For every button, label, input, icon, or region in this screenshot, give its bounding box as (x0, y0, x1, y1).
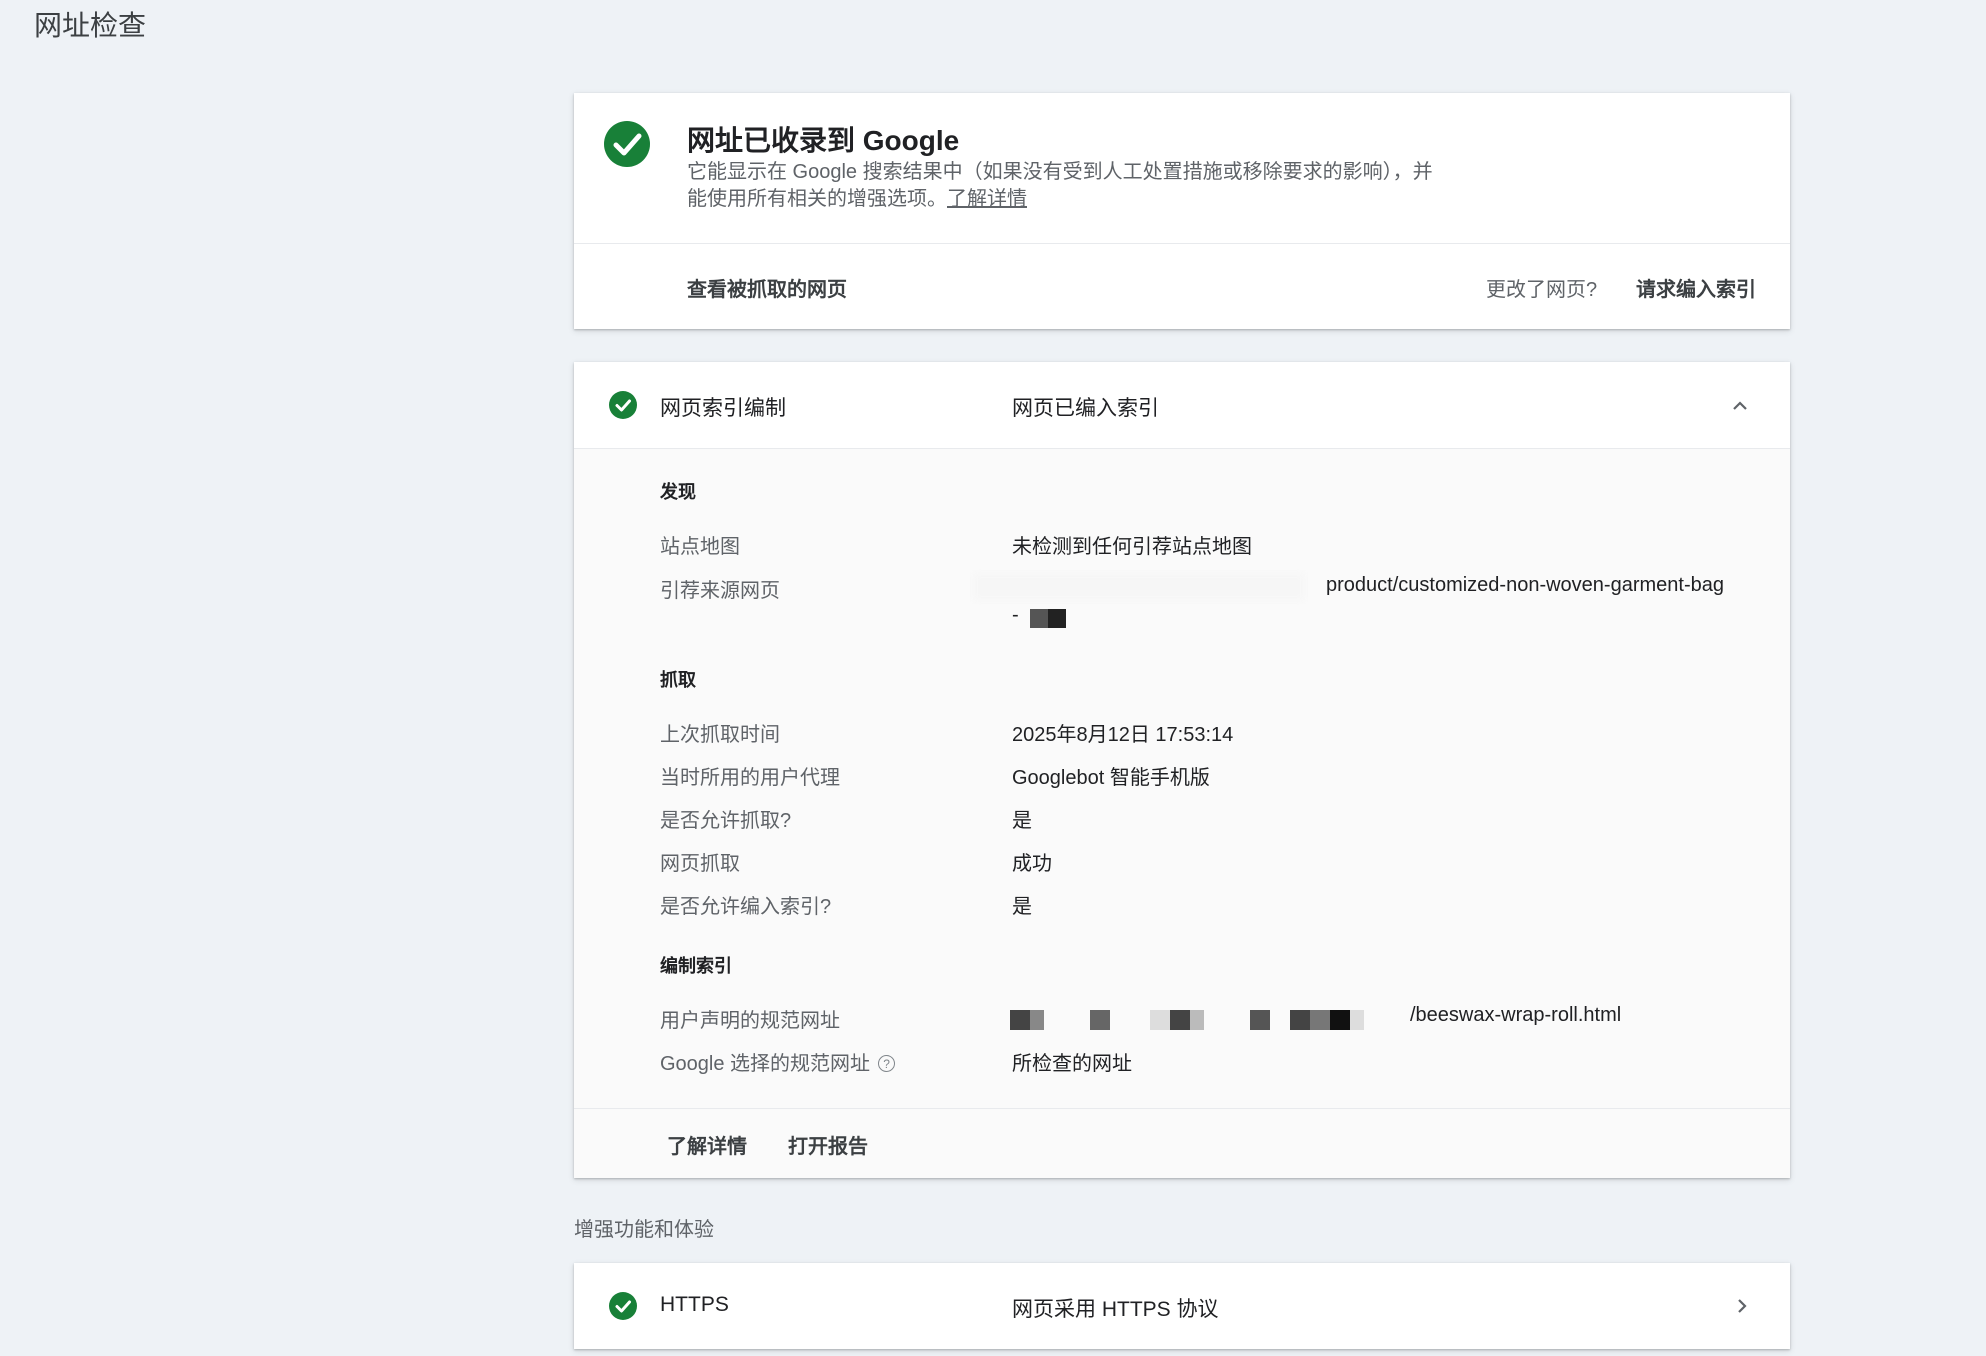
view-crawled-page-button[interactable]: 查看被抓取的网页 (687, 273, 847, 302)
status-title: 网址已收录到 Google (687, 125, 960, 156)
redacted-pixel (1190, 1010, 1204, 1030)
page-indexing-card: 网页索引编制 网页已编入索引 发现 站点地图 未检测到任何引荐站点地图 引荐来源… (574, 362, 1790, 1178)
google-canonical-value: 所检查的网址 (1012, 1053, 1132, 1075)
crawl-heading: 抓取 (660, 670, 696, 690)
redacted-pixel (1170, 1010, 1190, 1030)
page-title: 网址检查 (34, 10, 147, 41)
redacted-pixel (1030, 609, 1048, 628)
divider (574, 243, 1790, 244)
https-status: 网页采用 HTTPS 协议 (1012, 1298, 1219, 1321)
redacted-pixel (1010, 1010, 1030, 1030)
referring-page-value-cont: - (1012, 604, 1019, 626)
redacted-pixel (1030, 1010, 1044, 1030)
redacted-pixel (1250, 1010, 1270, 1030)
check-circle-icon (604, 121, 650, 167)
redacted-pixel (1310, 1010, 1330, 1030)
check-circle-icon (609, 391, 637, 419)
page-indexing-status: 网页已编入索引 (1012, 397, 1159, 420)
indexing-allowed-label: 是否允许编入索引? (660, 896, 832, 918)
sitemap-label: 站点地图 (660, 536, 740, 558)
referring-page-label: 引荐来源网页 (660, 580, 780, 602)
chevron-right-icon[interactable] (1732, 1296, 1752, 1316)
changed-page-question: 更改了网页? (1486, 279, 1598, 301)
redacted-pixel (1048, 609, 1066, 628)
redacted-pixel (1330, 1010, 1350, 1030)
referring-page-value[interactable]: product/customized-non-woven-garment-bag (1326, 574, 1724, 597)
url-status-card: 网址已收录到 Google 它能显示在 Google 搜索结果中（如果没有受到人… (574, 93, 1790, 329)
crawl-allowed-value: 是 (1012, 810, 1032, 832)
sitemap-value: 未检测到任何引荐站点地图 (1012, 536, 1252, 558)
page-fetch-label: 网页抓取 (660, 853, 740, 875)
user-canonical-value: /beeswax-wrap-roll.html (1410, 1004, 1622, 1026)
redacted-pixel (1090, 1010, 1110, 1030)
crawl-allowed-label: 是否允许抓取? (660, 810, 792, 832)
user-agent-value: Googlebot 智能手机版 (1012, 767, 1210, 789)
last-crawl-label: 上次抓取时间 (660, 724, 780, 746)
https-label: HTTPS (660, 1293, 729, 1316)
last-crawl-value: 2025年8月12日 17:53:14 (1012, 724, 1234, 746)
chevron-up-icon[interactable] (1730, 396, 1750, 416)
discovery-heading: 发现 (660, 482, 696, 502)
https-card[interactable]: HTTPS 网页采用 HTTPS 协议 (574, 1263, 1790, 1349)
page-indexing-header[interactable]: 网页索引编制 网页已编入索引 (574, 362, 1790, 449)
redacted-area (974, 574, 1304, 600)
open-report-button[interactable]: 打开报告 (788, 1130, 868, 1159)
user-agent-label: 当时所用的用户代理 (660, 767, 840, 789)
indexing-allowed-value: 是 (1012, 896, 1032, 918)
learn-more-button[interactable]: 了解详情 (667, 1130, 747, 1159)
indexing-heading: 编制索引 (660, 956, 732, 976)
redacted-pixel (1150, 1010, 1170, 1030)
page-fetch-value: 成功 (1012, 853, 1052, 875)
google-canonical-label: Google 选择的规范网址? (660, 1047, 896, 1076)
redacted-pixel (1290, 1010, 1310, 1030)
request-indexing-button[interactable]: 请求编入索引 (1636, 273, 1756, 302)
redacted-pixel (1350, 1010, 1364, 1030)
status-description: 它能显示在 Google 搜索结果中（如果没有受到人工处置措施或移除要求的影响）… (687, 161, 1433, 210)
check-circle-icon (609, 1292, 637, 1320)
learn-more-link[interactable]: 了解详情 (947, 188, 1027, 210)
page-indexing-label: 网页索引编制 (660, 397, 786, 420)
user-canonical-label: 用户声明的规范网址 (660, 1010, 840, 1032)
enhancements-heading: 增强功能和体验 (574, 1219, 714, 1241)
help-icon[interactable]: ? (878, 1055, 896, 1072)
divider (574, 1108, 1790, 1109)
